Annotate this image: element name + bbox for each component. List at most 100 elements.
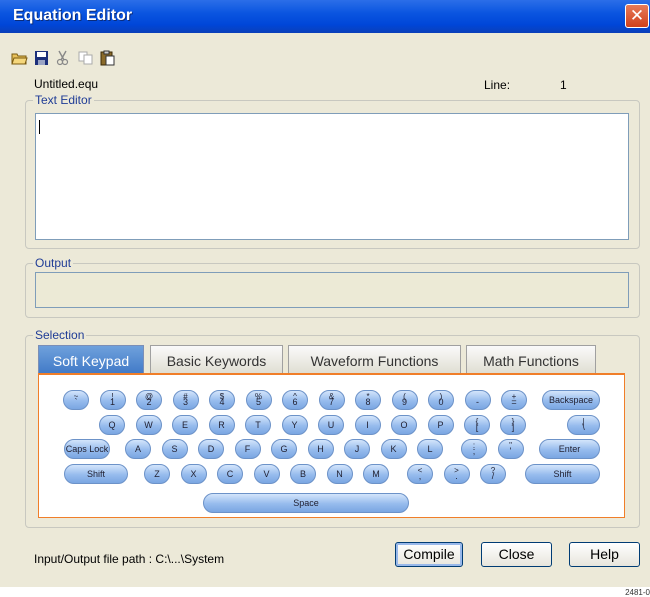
- help-button[interactable]: Help: [569, 542, 640, 567]
- key-h[interactable]: H: [307, 439, 334, 459]
- compile-button[interactable]: Compile: [395, 542, 463, 567]
- key-z[interactable]: Z: [144, 464, 170, 484]
- key-6[interactable]: ^ 6: [282, 390, 308, 410]
- key-r[interactable]: R: [208, 415, 235, 435]
- tab-soft-keypad[interactable]: Soft Keypad: [38, 345, 144, 375]
- key-k[interactable]: K: [380, 439, 407, 459]
- key-shift-left[interactable]: Shift: [64, 464, 128, 484]
- key-label: `: [74, 397, 78, 407]
- key-label: Caps Lock: [65, 444, 109, 454]
- key-sym[interactable]: ~ `: [63, 390, 89, 410]
- key-label: ,: [418, 471, 422, 481]
- key-p[interactable]: P: [427, 415, 454, 435]
- soft-keypad: ~ ` ! 1 @2 #3 $4 % 5 ^ 6 & 7 * 8 (9 ) 0 - + = Backspace Q W E R T Y…: [38, 373, 625, 518]
- key-label: \: [582, 422, 585, 432]
- key-label: B: [299, 469, 306, 479]
- key-label: O: [400, 420, 408, 430]
- key-angle-1[interactable]: >.: [443, 464, 470, 484]
- key-l[interactable]: L: [417, 439, 443, 459]
- key-label: 8: [365, 397, 371, 407]
- key-s[interactable]: S: [161, 439, 188, 459]
- key-m[interactable]: M: [363, 464, 389, 484]
- key-bracket-0[interactable]: {[: [464, 415, 490, 435]
- key-label: 7: [328, 397, 334, 407]
- key-c[interactable]: C: [217, 464, 243, 484]
- equation-editor-window: Equation Editor ✕ Untitled.equ Line: 1 T…: [0, 0, 650, 587]
- key-v[interactable]: V: [253, 464, 280, 484]
- key-label: 2: [146, 397, 152, 407]
- key-8[interactable]: * 8: [355, 390, 381, 410]
- text-editor-field[interactable]: [35, 113, 629, 240]
- key-punct-1[interactable]: " ': [497, 439, 524, 459]
- key-1[interactable]: ! 1: [99, 390, 126, 410]
- cut-icon[interactable]: [54, 50, 71, 66]
- key-sym[interactable]: + =: [501, 390, 527, 410]
- key-label: 9: [401, 397, 407, 407]
- key-w[interactable]: W: [135, 415, 162, 435]
- tab-math-functions[interactable]: Math Functions: [466, 345, 596, 375]
- line-value: 1: [560, 78, 567, 92]
- key-e[interactable]: E: [172, 415, 198, 435]
- close-button[interactable]: Close: [481, 542, 552, 567]
- save-icon[interactable]: [33, 50, 50, 66]
- key-bracket-1[interactable]: }]: [500, 415, 526, 435]
- key-g[interactable]: G: [271, 439, 297, 459]
- key-label: .: [455, 471, 458, 481]
- key-y[interactable]: Y: [281, 415, 308, 435]
- key-f[interactable]: F: [234, 439, 261, 459]
- key-label: 1: [109, 397, 115, 407]
- key-angle-2[interactable]: ? /: [480, 464, 506, 484]
- key-3[interactable]: #3: [172, 390, 199, 410]
- key-i[interactable]: I: [354, 415, 381, 435]
- tab-waveform-functions[interactable]: Waveform Functions: [288, 345, 461, 375]
- key-sym[interactable]: -: [464, 390, 491, 410]
- key-label: W: [144, 420, 153, 430]
- close-window-button[interactable]: ✕: [625, 4, 649, 28]
- key-2[interactable]: @2: [136, 390, 162, 410]
- file-path-label: Input/Output file path : C:\...\System: [34, 552, 225, 566]
- key-label: 4: [219, 397, 225, 407]
- key-label: ;: [472, 446, 476, 456]
- key-label: J: [354, 444, 360, 454]
- key-o[interactable]: O: [391, 415, 417, 435]
- key-7[interactable]: & 7: [318, 390, 345, 410]
- key-enter[interactable]: Enter: [539, 439, 600, 459]
- key-t[interactable]: T: [245, 415, 271, 435]
- key-shift-right[interactable]: Shift: [525, 464, 600, 484]
- key-punct-0[interactable]: :;: [461, 439, 487, 459]
- key-n[interactable]: N: [326, 464, 353, 484]
- key-label: -: [476, 397, 479, 407]
- key-0[interactable]: ) 0: [428, 390, 454, 410]
- key-u[interactable]: U: [318, 415, 344, 435]
- copy-icon[interactable]: [77, 50, 94, 66]
- key-caps-lock[interactable]: Caps Lock: [64, 439, 110, 459]
- key-angle-0[interactable]: <,: [407, 464, 433, 484]
- key-backspace[interactable]: Backspace: [542, 390, 600, 410]
- open-folder-icon[interactable]: [11, 50, 28, 66]
- key-9[interactable]: (9: [391, 390, 418, 410]
- key-j[interactable]: J: [344, 439, 370, 459]
- line-label: Line:: [484, 78, 511, 92]
- key-4[interactable]: $4: [209, 390, 235, 410]
- file-name: Untitled.equ: [34, 77, 99, 91]
- key-label: U: [327, 420, 335, 430]
- key-label: E: [181, 420, 188, 430]
- key-label: S: [171, 444, 178, 454]
- key-label: Shift: [86, 469, 105, 479]
- key-5[interactable]: % 5: [245, 390, 272, 410]
- text-editor-legend: Text Editor: [33, 93, 94, 107]
- window-title: Equation Editor: [13, 7, 133, 24]
- key-b[interactable]: B: [290, 464, 316, 484]
- key-backslash[interactable]: | \: [567, 415, 600, 435]
- key-label: 6: [292, 397, 298, 407]
- tab-basic-keywords[interactable]: Basic Keywords: [150, 345, 283, 375]
- key-q[interactable]: Q: [99, 415, 125, 435]
- key-label: =: [511, 397, 517, 407]
- key-a[interactable]: A: [125, 439, 151, 459]
- key-x[interactable]: X: [180, 464, 207, 484]
- key-label: X: [190, 469, 197, 479]
- paste-icon[interactable]: [99, 50, 116, 66]
- key-d[interactable]: D: [198, 439, 224, 459]
- title-bar[interactable]: Equation Editor ✕: [0, 0, 650, 33]
- key-space[interactable]: Space: [203, 493, 409, 513]
